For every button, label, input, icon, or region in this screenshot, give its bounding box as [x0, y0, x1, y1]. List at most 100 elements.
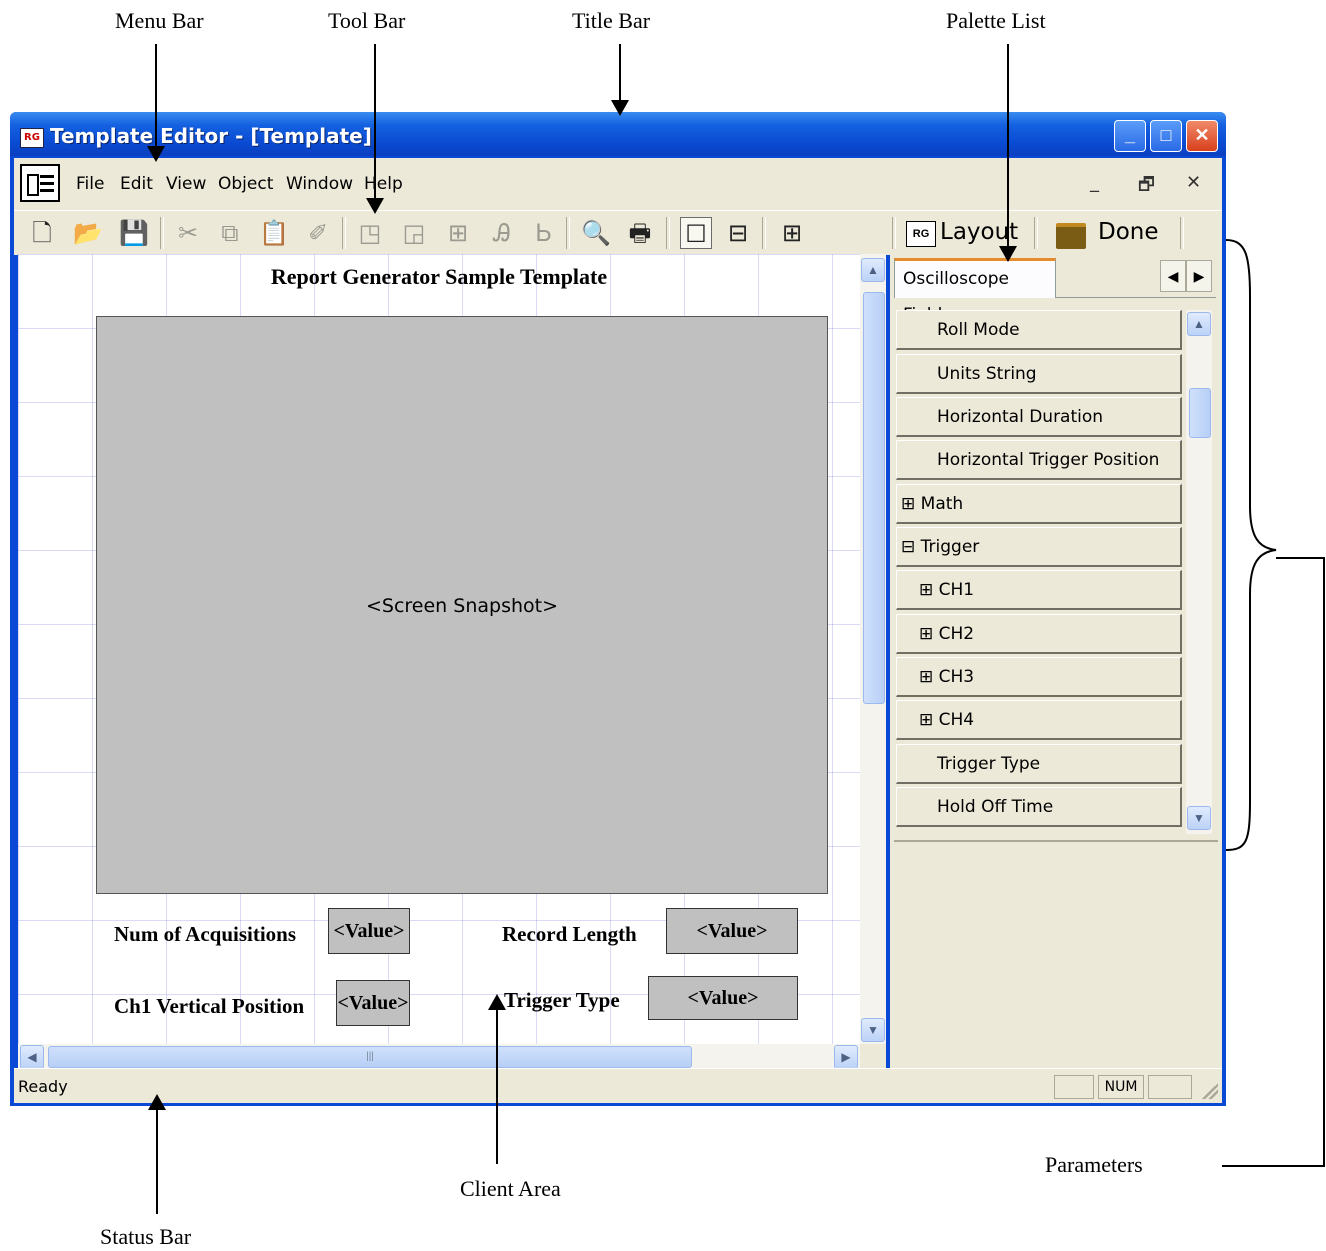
- status-panel-empty: [1054, 1075, 1094, 1099]
- open-icon[interactable]: 📂: [72, 217, 104, 249]
- menu-view[interactable]: View: [166, 174, 206, 194]
- tab-next-icon[interactable]: ▶: [1186, 260, 1212, 292]
- palette-scrollbar[interactable]: ▲ ▼: [1186, 310, 1212, 834]
- vertical-scroll-thumb[interactable]: [863, 292, 885, 704]
- eraser-icon[interactable]: ✐: [302, 217, 334, 249]
- collapse-icon[interactable]: ⊟: [901, 537, 915, 557]
- trigger-type-label[interactable]: Trigger Type: [504, 988, 620, 1013]
- print-icon[interactable]: 🖶: [624, 217, 656, 249]
- font-size-down-icon[interactable]: Ꮟ: [528, 217, 560, 249]
- palette-group-label: Math: [920, 494, 964, 514]
- tool-bar: 🗋 📂 💾 ✂ ⧉ 📋 ✐ ◳ ◲ ⊞ Ꭿ Ꮟ 🔍 🖶 ☐ ⊟ ⊞: [14, 210, 890, 255]
- palette-group-ch3[interactable]: ⊞ CH3: [896, 657, 1182, 697]
- expand-icon[interactable]: ⊞: [919, 710, 933, 730]
- client-vertical-scrollbar[interactable]: ▲ ▼: [860, 254, 886, 1044]
- num-acquisitions-value[interactable]: <Value>: [328, 908, 410, 954]
- palette-group-trigger[interactable]: ⊟ Trigger: [896, 527, 1182, 567]
- palette-toolbar: RG Layout Done: [890, 210, 1222, 255]
- expand-icon[interactable]: ⊞: [919, 667, 933, 687]
- menu-edit[interactable]: Edit: [120, 174, 153, 194]
- tab-prev-icon[interactable]: ◀: [1160, 260, 1186, 292]
- palette-item-roll-mode[interactable]: Roll Mode: [896, 310, 1182, 350]
- report-title[interactable]: Report Generator Sample Template: [18, 264, 860, 290]
- palette-group-label: Trigger: [920, 537, 980, 557]
- save-icon[interactable]: 💾: [118, 217, 150, 249]
- callout-title-bar: Title Bar: [572, 8, 651, 33]
- palette-list: Roll Mode Units String Horizontal Durati…: [894, 310, 1186, 834]
- mdi-restore-button[interactable]: 🗗: [1138, 172, 1155, 202]
- scroll-left-icon[interactable]: ◀: [20, 1045, 44, 1069]
- palette-item-hold-off-time[interactable]: Hold Off Time: [896, 787, 1182, 827]
- maximize-button[interactable]: □: [1150, 120, 1182, 152]
- palette-item-units-string[interactable]: Units String: [896, 354, 1182, 394]
- snapshot-label: <Screen Snapshot>: [365, 595, 559, 617]
- app-logo-icon: RG: [20, 128, 44, 148]
- palette-scroll-up-icon[interactable]: ▲: [1187, 312, 1211, 336]
- palette-group-ch1[interactable]: ⊞ CH1: [896, 570, 1182, 610]
- scroll-right-icon[interactable]: ▶: [834, 1045, 858, 1069]
- copy-icon[interactable]: ⧉: [214, 217, 246, 249]
- callout-status-bar: Status Bar: [100, 1224, 192, 1249]
- palette-item-trigger-type[interactable]: Trigger Type: [896, 744, 1182, 784]
- folder-icon[interactable]: [1056, 223, 1086, 249]
- print-preview-icon[interactable]: 🔍: [580, 217, 612, 249]
- record-length-value[interactable]: <Value>: [666, 908, 798, 954]
- ch1-vertical-position-value[interactable]: <Value>: [336, 980, 410, 1026]
- num-lock-indicator: NUM: [1098, 1075, 1144, 1099]
- num-acquisitions-label[interactable]: Num of Acquisitions: [114, 922, 296, 947]
- palette-group-ch4[interactable]: ⊞ CH4: [896, 700, 1182, 740]
- client-area[interactable]: Report Generator Sample Template <Screen…: [18, 254, 860, 1044]
- send-back-icon[interactable]: ◲: [398, 217, 430, 249]
- minimize-button[interactable]: _: [1114, 120, 1146, 152]
- menu-window[interactable]: Window: [286, 174, 353, 194]
- expand-icon[interactable]: ⊞: [919, 624, 933, 644]
- parameters-brace: [1222, 239, 1325, 1167]
- layout-quad-icon[interactable]: ⊞: [776, 217, 808, 249]
- trigger-type-value[interactable]: <Value>: [648, 976, 798, 1020]
- expand-icon[interactable]: ⊞: [919, 580, 933, 600]
- scroll-corner: [860, 1044, 886, 1068]
- mdi-close-button[interactable]: ✕: [1186, 172, 1201, 193]
- palette-item-horizontal-trigger-position[interactable]: Horizontal Trigger Position: [896, 440, 1182, 480]
- resize-grip-icon[interactable]: [1202, 1083, 1218, 1099]
- title-bar[interactable]: RG Template Editor - [Template] _ □ ✕: [10, 112, 1226, 156]
- tab-oscilloscope-fields[interactable]: Oscilloscope Fields: [894, 258, 1056, 325]
- menu-file[interactable]: File: [76, 174, 104, 194]
- callout-palette-list: Palette List: [946, 8, 1046, 33]
- menu-object[interactable]: Object: [218, 174, 273, 194]
- layout-icon[interactable]: RG: [906, 221, 936, 247]
- expand-icon[interactable]: ⊞: [901, 494, 915, 514]
- palette-group-ch2[interactable]: ⊞ CH2: [896, 614, 1182, 654]
- app-window: RG Template Editor - [Template] _ □ ✕ Fi…: [10, 112, 1226, 1106]
- screen-snapshot[interactable]: <Screen Snapshot>: [96, 316, 828, 894]
- new-icon[interactable]: 🗋: [26, 217, 58, 249]
- record-length-label[interactable]: Record Length: [502, 922, 637, 947]
- font-size-up-icon[interactable]: Ꭿ: [486, 217, 518, 249]
- palette-panel: Oscilloscope Fields ◀ ▶ Roll Mode Units …: [890, 254, 1222, 1068]
- window-title: Template Editor - [Template]: [50, 124, 372, 148]
- status-panel-empty: [1148, 1075, 1192, 1099]
- horizontal-scroll-thumb[interactable]: |||: [48, 1046, 692, 1068]
- client-horizontal-scrollbar[interactable]: ◀ ||| ▶: [18, 1044, 860, 1069]
- group-icon[interactable]: ⊞: [442, 217, 474, 249]
- callout-client-area: Client Area: [460, 1176, 561, 1201]
- palette-scroll-down-icon[interactable]: ▼: [1187, 806, 1211, 830]
- done-button[interactable]: Done: [1098, 219, 1159, 245]
- scroll-down-icon[interactable]: ▼: [861, 1018, 885, 1042]
- paste-icon[interactable]: 📋: [258, 217, 290, 249]
- cut-icon[interactable]: ✂: [172, 217, 204, 249]
- close-button[interactable]: ✕: [1186, 120, 1218, 152]
- scroll-up-icon[interactable]: ▲: [861, 258, 885, 282]
- mdi-minimize-button[interactable]: _: [1090, 172, 1099, 193]
- ch1-vertical-position-label[interactable]: Ch1 Vertical Position: [114, 994, 304, 1019]
- bring-front-icon[interactable]: ◳: [354, 217, 386, 249]
- layout-single-icon[interactable]: ☐: [680, 217, 712, 249]
- status-bar: Ready NUM: [14, 1068, 1222, 1103]
- menu-help[interactable]: Help: [364, 174, 403, 194]
- callout-parameters: Parameters: [1045, 1152, 1143, 1177]
- palette-scroll-thumb[interactable]: [1189, 388, 1211, 438]
- palette-item-horizontal-duration[interactable]: Horizontal Duration: [896, 397, 1182, 437]
- document-menu-icon[interactable]: [20, 164, 60, 202]
- palette-group-math[interactable]: ⊞ Math: [896, 484, 1182, 524]
- layout-split-icon[interactable]: ⊟: [722, 217, 754, 249]
